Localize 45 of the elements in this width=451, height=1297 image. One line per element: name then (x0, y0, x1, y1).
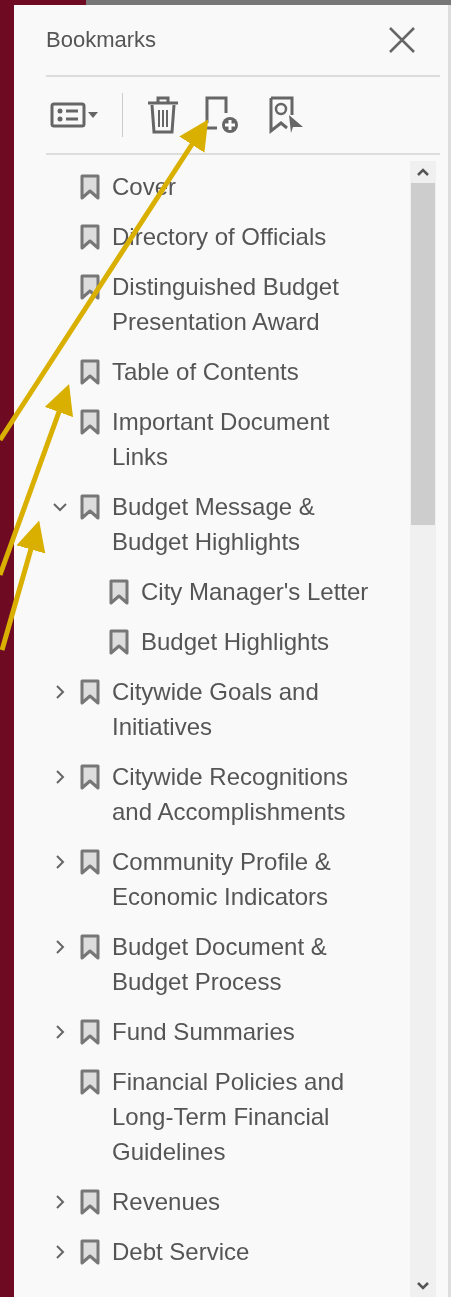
bookmark-icon (80, 409, 100, 435)
scrollbar-thumb[interactable] (411, 183, 435, 525)
bookmark-item[interactable]: Community Profile & Economic Indicators (112, 844, 374, 914)
bookmark-icon (80, 1019, 100, 1045)
bookmark-icon (80, 359, 100, 385)
bookmark-item[interactable]: Financial Policies and Long-Term Financial Guidelines (112, 1064, 374, 1169)
close-icon[interactable] (388, 26, 416, 54)
bookmark-item[interactable]: Budget Document & Budget Process (112, 929, 374, 999)
bookmark-icon (80, 1069, 100, 1095)
options-menu-icon[interactable] (50, 100, 100, 130)
chevron-right-icon[interactable] (53, 1245, 67, 1259)
bookmark-item[interactable]: Budget Message & Budget Highlights (112, 489, 374, 559)
panel-title: Bookmarks (46, 27, 157, 53)
bookmark-item[interactable]: Distinguished Budget Presentation Award (112, 269, 374, 339)
bookmark-item[interactable]: Revenues (112, 1184, 221, 1219)
bookmark-icon (80, 494, 100, 520)
chevron-right-icon[interactable] (53, 855, 67, 869)
bookmark-item[interactable]: Citywide Goals and Initiatives (112, 674, 374, 744)
bookmark-icon (80, 1239, 100, 1265)
bookmark-item[interactable]: Budget Highlights (141, 624, 330, 659)
chevron-right-icon[interactable] (53, 770, 67, 784)
bookmark-icon (109, 579, 129, 605)
bookmark-item[interactable]: Table of Contents (112, 354, 299, 389)
scroll-up-icon[interactable] (416, 167, 430, 177)
bookmark-icon (80, 764, 100, 790)
chevron-right-icon[interactable] (53, 1195, 67, 1209)
bookmark-icon (80, 849, 100, 875)
bookmark-icon (80, 224, 100, 250)
bookmark-icon (80, 934, 100, 960)
chevron-right-icon[interactable] (53, 940, 67, 954)
bookmark-icon (109, 629, 129, 655)
bookmark-icon (80, 174, 100, 200)
bookmark-icon (80, 1189, 100, 1215)
chevron-down-icon[interactable] (53, 500, 67, 514)
scrollbar[interactable] (410, 161, 436, 1297)
chevron-right-icon[interactable] (53, 685, 67, 699)
scroll-down-icon[interactable] (416, 1281, 430, 1291)
bookmark-item[interactable]: Fund Summaries (112, 1014, 295, 1049)
bookmark-item[interactable]: Debt Service (112, 1234, 250, 1269)
chevron-right-icon[interactable] (53, 1025, 67, 1039)
bookmark-icon (80, 679, 100, 705)
bookmark-item[interactable]: City Manager's Letter (141, 574, 369, 609)
bookmark-item[interactable]: Important Document Links (112, 404, 374, 474)
bookmark-item[interactable]: Citywide Recognitions and Accomplishments (112, 759, 374, 829)
trash-icon[interactable] (145, 95, 181, 135)
